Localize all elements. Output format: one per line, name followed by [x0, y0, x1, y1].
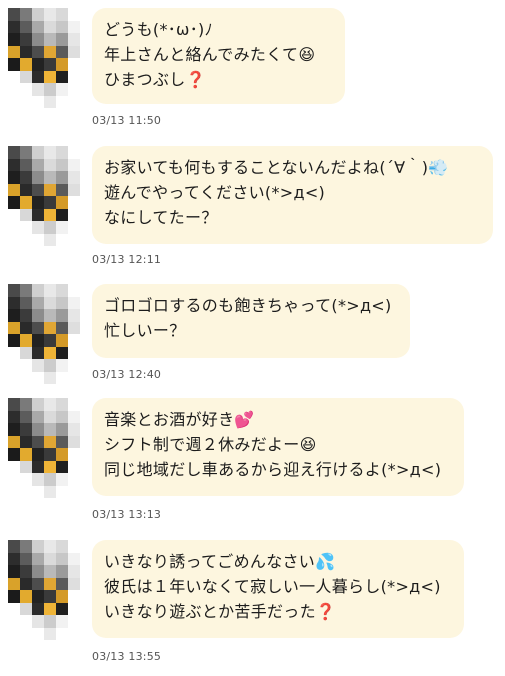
avatar[interactable]	[8, 540, 80, 640]
message-bubble: ゴロゴロするのも飽きちゃって(*>д<) 忙しいー？	[92, 284, 410, 358]
message-text: なにしてたー？	[104, 208, 218, 227]
message-bubble: いきなり誘ってごめんなさい💦 彼氏は１年いなくて寂しい一人暮らし(*>д<) い…	[92, 540, 464, 638]
message-text: 遊んでやってください(*>д<)	[104, 183, 326, 202]
message-bubble: どうも(*･ω･)ﾉ 年上さんと絡んでみたくて😆 ひまつぶし❓	[92, 8, 345, 104]
message-text: シフト制で週２休みだよー😆	[104, 435, 317, 454]
message-text: いきなり誘ってごめんなさい💦	[104, 552, 336, 571]
avatar[interactable]	[8, 146, 80, 246]
message-text: 彼氏は１年いなくて寂しい一人暮らし(*>д<)	[104, 577, 441, 596]
message-bubble: 音楽とお酒が好き💕 シフト制で週２休みだよー😆 同じ地域だし車あるから迎え行ける…	[92, 398, 464, 496]
message-timestamp: 03/13 13:55	[92, 650, 162, 663]
message-text: 同じ地域だし車あるから迎え行けるよ(*>д<)	[104, 460, 442, 479]
message-text: 年上さんと絡んでみたくて😆	[104, 45, 316, 64]
message-bubble: お家いても何もすることないんだよね(´∀｀)💨 遊んでやってください(*>д<)…	[92, 146, 493, 244]
message-text: ひまつぶし❓	[104, 70, 206, 89]
message-timestamp: 03/13 11:50	[92, 114, 162, 127]
message-text: いきなり遊ぶとか苦手だった❓	[104, 602, 337, 621]
message-timestamp: 03/13 12:40	[92, 368, 162, 381]
message-text: 音楽とお酒が好き💕	[104, 410, 255, 429]
message-timestamp: 03/13 12:11	[92, 253, 162, 266]
avatar[interactable]	[8, 398, 80, 498]
avatar[interactable]	[8, 284, 80, 384]
avatar[interactable]	[8, 8, 80, 108]
message-text: お家いても何もすることないんだよね(´∀｀)💨	[104, 158, 449, 177]
message-timestamp: 03/13 13:13	[92, 508, 162, 521]
message-text: ゴロゴロするのも飽きちゃって(*>д<)	[104, 296, 392, 315]
message-text: どうも(*･ω･)ﾉ	[104, 20, 213, 39]
message-text: 忙しいー？	[104, 321, 186, 340]
